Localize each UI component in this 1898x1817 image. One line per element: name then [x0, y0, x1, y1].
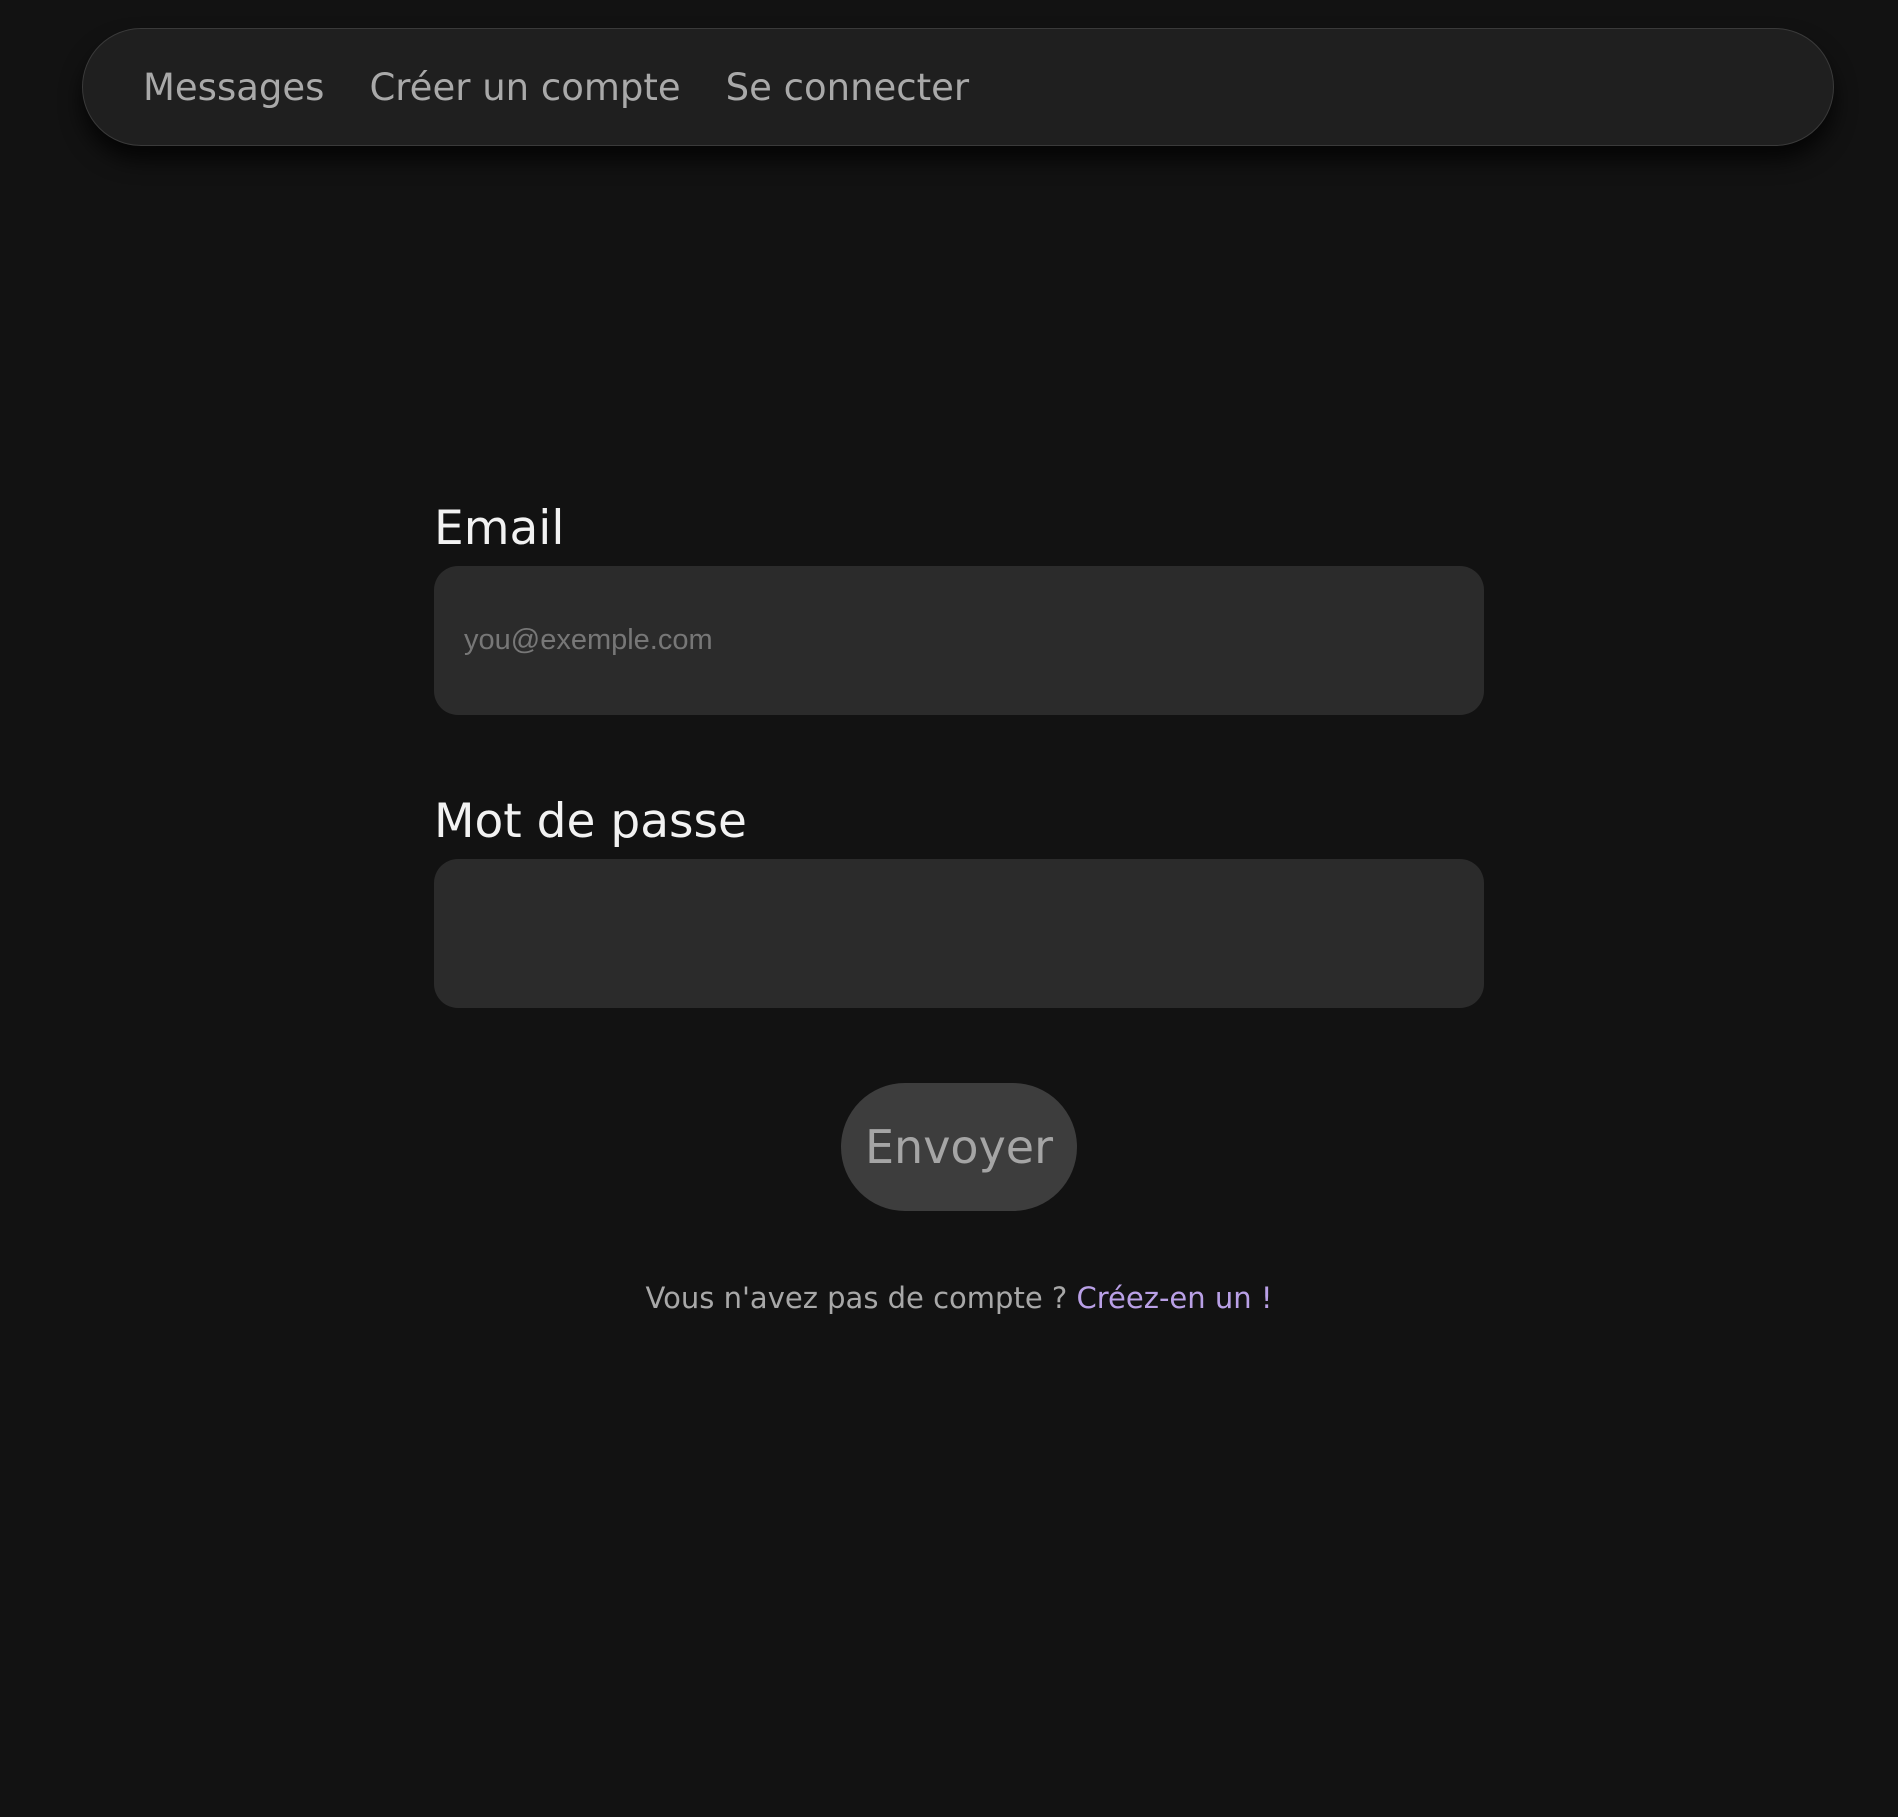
nav-link-messages[interactable]: Messages — [143, 66, 324, 109]
submit-row: Envoyer — [434, 1083, 1484, 1211]
signup-prompt-text: Vous n'avez pas de compte ? — [645, 1281, 1068, 1315]
field-spacer — [434, 715, 1484, 798]
nav-link-login[interactable]: Se connecter — [726, 66, 969, 109]
signup-link[interactable]: Créez-en un ! — [1077, 1281, 1273, 1315]
password-label: Mot de passe — [434, 794, 747, 849]
login-form: Email Mot de passe Envoyer — [434, 505, 1484, 1211]
nav-link-create-account[interactable]: Créer un compte — [369, 66, 680, 109]
email-label: Email — [434, 501, 565, 556]
signup-prompt: Vous n'avez pas de compte ? Créez-en un … — [0, 1281, 1898, 1315]
submit-button[interactable]: Envoyer — [841, 1083, 1077, 1211]
email-field[interactable] — [434, 566, 1484, 715]
top-navbar: Messages Créer un compte Se connecter — [82, 28, 1834, 146]
password-field[interactable] — [434, 859, 1484, 1008]
